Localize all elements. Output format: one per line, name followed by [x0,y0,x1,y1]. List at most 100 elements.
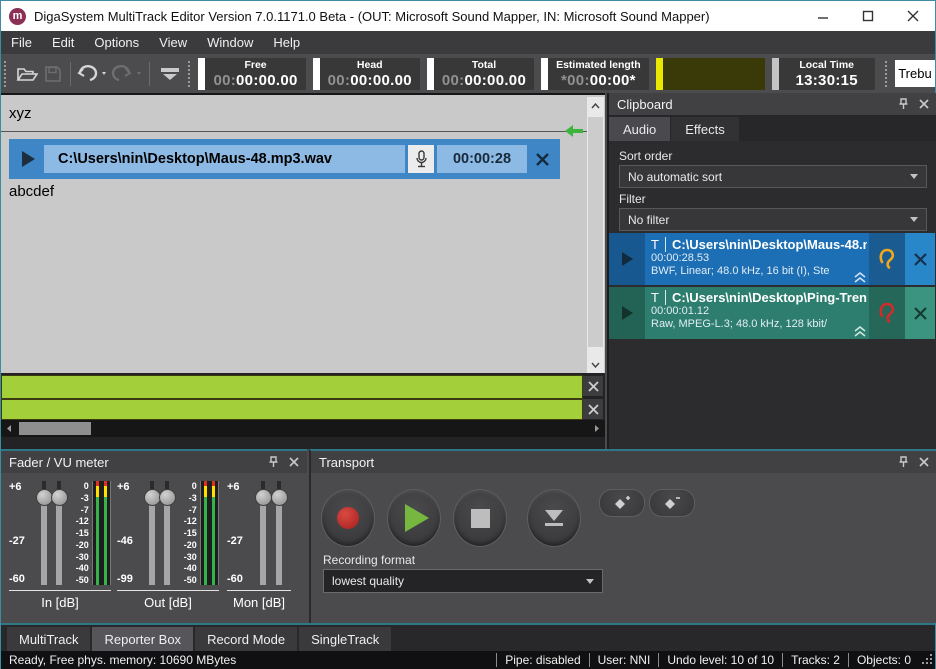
scrollbar-thumb[interactable] [588,117,603,347]
fader-mid-label: -27 [227,535,243,547]
toolbar-grip[interactable] [4,61,11,87]
sort-order-select[interactable]: No automatic sort [619,165,927,188]
scroll-up-button[interactable] [587,97,604,114]
tab-reporter-box[interactable]: Reporter Box [92,627,193,651]
segment-close-button[interactable] [583,376,603,396]
menu-help[interactable]: Help [263,31,310,54]
tab-multitrack[interactable]: MultiTrack [7,627,90,651]
play-icon [622,306,633,320]
level-meter-body [663,58,765,90]
chevron-down-icon [910,217,918,222]
menu-window[interactable]: Window [197,31,263,54]
audio-segment-bar[interactable] [1,375,583,399]
record-into-object-button[interactable] [408,145,434,173]
fader-group-label: Out [dB] [117,595,219,610]
close-icon[interactable] [919,457,929,467]
audio-segment-bar[interactable] [1,399,583,420]
transport-header: Transport [311,451,936,473]
item-format: Raw, MPEG-L.3; 48.0 kHz, 128 kbit/ [651,318,867,331]
drop-button[interactable] [527,489,581,547]
item-remove-button[interactable] [905,233,935,285]
resize-grip[interactable] [921,654,933,666]
add-marker-button[interactable] [599,489,645,517]
drop-marker-button[interactable] [154,60,185,88]
segment-close-button[interactable] [583,399,603,419]
record-button[interactable] [321,489,375,547]
remove-marker-button[interactable] [649,489,695,517]
app-window: m DigaSystem MultiTrack Editor Version 7… [0,0,936,669]
scroll-right-button[interactable] [589,420,605,437]
clipboard-item[interactable]: TC:\Users\nin\Desktop\Ping-Trenner.M 00:… [609,287,935,339]
undo-button[interactable] [75,60,110,88]
tab-record-mode[interactable]: Record Mode [195,627,297,651]
group-underline [227,590,291,591]
fader-slider[interactable] [255,481,271,585]
redo-button[interactable] [110,60,145,88]
close-icon[interactable] [919,99,929,109]
pin-icon[interactable] [898,456,909,468]
audio-object-row[interactable]: C:\Users\nin\Desktop\Maus-48.mp3.wav 00:… [9,139,560,179]
fader-slider[interactable] [159,481,174,585]
record-level-meter [656,58,765,90]
minimize-button[interactable] [800,1,845,31]
save-button[interactable] [40,60,66,88]
collapse-chevrons-icon[interactable] [853,326,867,337]
fader-knob[interactable] [255,489,272,506]
vu-meter-bar [96,481,99,585]
item-prelisten-button[interactable] [869,287,905,339]
fader-slider[interactable] [144,481,159,585]
toolbar-grip[interactable] [188,61,195,87]
clipboard-item[interactable]: TC:\Users\nin\Desktop\Maus-48.m1 00:00:2… [609,233,935,285]
scrollbar-thumb[interactable] [19,422,91,435]
item-play-button[interactable] [609,287,645,339]
close-button[interactable] [890,1,935,31]
tab-singletrack[interactable]: SingleTrack [299,627,391,651]
mode-tabs: MultiTrack Reporter Box Record Mode Sing… [1,623,935,651]
item-play-button[interactable] [609,233,645,285]
status-undo-level: Undo level: 10 of 10 [658,653,782,667]
play-button[interactable] [387,489,441,547]
level-meter-bar [656,58,663,90]
record-icon [337,507,359,529]
collapse-chevrons-icon[interactable] [853,272,867,283]
menu-options[interactable]: Options [84,31,149,54]
object-close-button[interactable] [527,145,557,173]
fader-min-label: -99 [117,573,133,585]
fader-knob[interactable] [271,489,288,506]
recording-format-select[interactable]: lowest quality [323,569,603,593]
fader-knob[interactable] [159,489,176,506]
scroll-left-button[interactable] [1,420,17,437]
menu-edit[interactable]: Edit [42,31,84,54]
editor-vertical-scrollbar[interactable] [587,97,604,373]
tab-audio[interactable]: Audio [609,117,670,141]
drop-marker-icon [160,67,180,81]
overflow-button[interactable]: Trebu [895,60,935,87]
pin-icon[interactable] [898,98,909,110]
scroll-down-button[interactable] [587,356,604,373]
fader-knob[interactable] [51,489,68,506]
close-icon [907,10,919,22]
maximize-button[interactable] [845,1,890,31]
close-icon[interactable] [289,457,299,467]
tab-effects[interactable]: Effects [671,117,739,141]
editor-note-text: abcdef [9,183,54,200]
close-icon [588,381,599,392]
stop-icon [471,509,490,528]
fader-slider[interactable] [51,481,66,585]
clipboard-header: Clipboard [609,93,936,115]
open-button[interactable] [14,60,40,88]
pin-icon[interactable] [268,456,279,468]
fader-slider[interactable] [36,481,51,585]
object-file-path[interactable]: C:\Users\nin\Desktop\Maus-48.mp3.wav [44,145,405,173]
menu-view[interactable]: View [149,31,197,54]
menu-file[interactable]: File [1,31,42,54]
item-prelisten-button[interactable] [869,233,905,285]
editor-horizontal-scrollbar[interactable] [1,420,605,437]
stop-button[interactable] [453,489,507,547]
chevron-left-icon [6,424,12,433]
fader-slider[interactable] [271,481,287,585]
filter-select[interactable]: No filter [619,208,927,231]
toolbar-grip[interactable] [885,61,892,87]
object-play-button[interactable] [12,145,44,173]
item-remove-button[interactable] [905,287,935,339]
